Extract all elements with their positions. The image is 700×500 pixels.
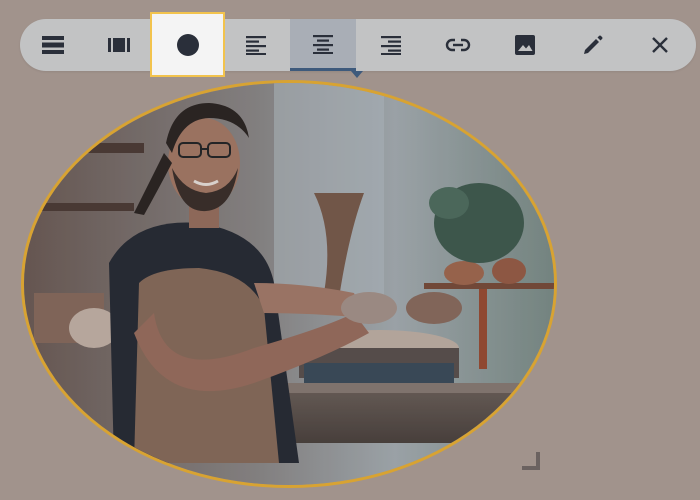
block-image-icon: [107, 36, 131, 54]
active-indicator-caret: [351, 71, 363, 78]
align-left-icon: [245, 35, 267, 55]
potter-photo-image[interactable]: [21, 80, 557, 488]
align-center-icon: [312, 34, 334, 54]
link-icon: [445, 38, 471, 52]
replace-image-button[interactable]: [492, 19, 558, 71]
resize-handle[interactable]: [522, 452, 540, 470]
align-right-button[interactable]: [358, 19, 424, 71]
align-left-button[interactable]: [223, 19, 289, 71]
pencil-edit-icon: [582, 34, 604, 56]
align-right-icon: [380, 35, 402, 55]
close-button[interactable]: [627, 19, 693, 71]
edit-button[interactable]: [560, 19, 626, 71]
circle-shape-icon: [175, 32, 201, 58]
link-button[interactable]: [425, 19, 491, 71]
align-center-button[interactable]: [290, 19, 356, 71]
image-icon: [514, 34, 536, 56]
close-icon: [651, 36, 669, 54]
inline-block-icon: [41, 35, 65, 55]
block-image-button[interactable]: [86, 19, 152, 71]
potter-photo-illustration: [24, 83, 554, 485]
editor-canvas: [0, 0, 700, 500]
circle-shape-button[interactable]: [150, 12, 225, 77]
inline-block-button[interactable]: [20, 19, 86, 71]
image-toolbar: [20, 12, 696, 77]
